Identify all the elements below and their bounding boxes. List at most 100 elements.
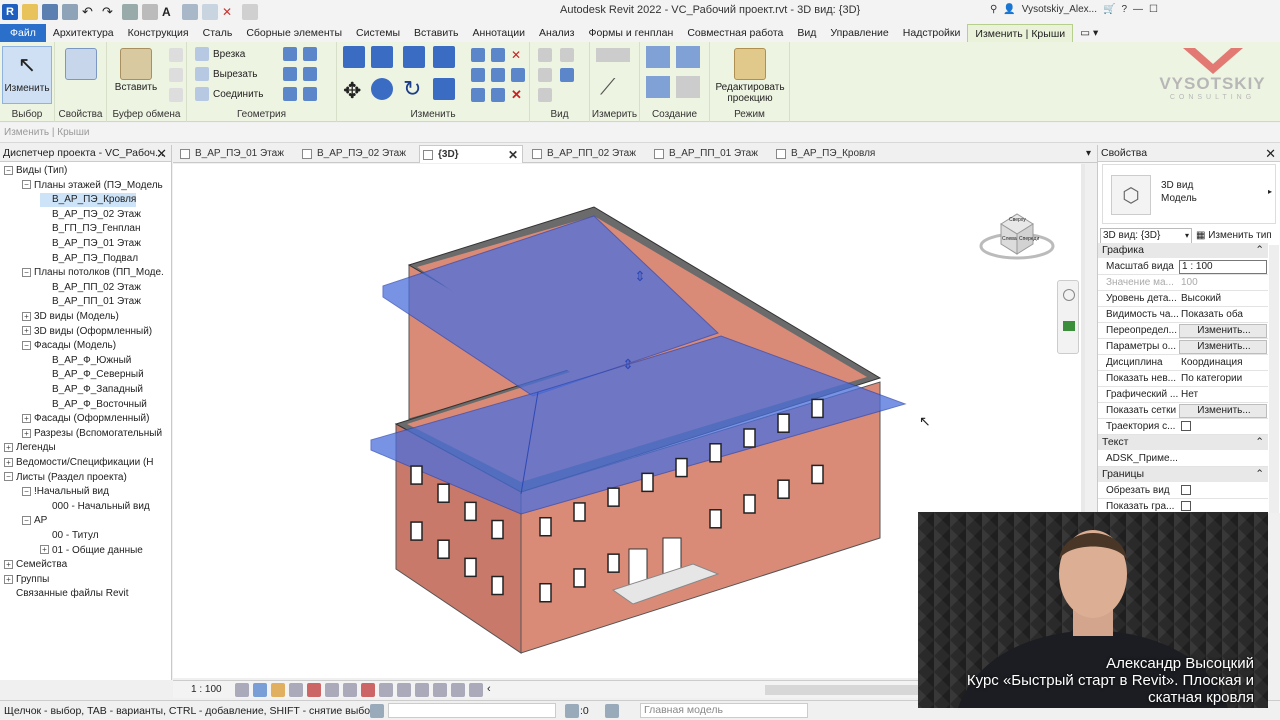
collapse-group-icon[interactable]: ⌃ <box>1255 467 1264 482</box>
editing-requests-icon[interactable] <box>565 704 579 718</box>
property-value[interactable] <box>1179 483 1267 499</box>
tree-item[interactable]: В_АР_ПЭ_Кровля <box>40 193 137 208</box>
binoculars-icon[interactable]: ⚲ <box>990 4 997 15</box>
tree-item[interactable]: + Группы <box>4 573 49 587</box>
tree-item[interactable]: + Фасады (Оформленный) <box>22 412 149 426</box>
property-input[interactable]: 1 : 100 <box>1179 260 1267 274</box>
view-tab[interactable]: В_АР_ПЭ_Кровля <box>773 145 891 163</box>
ribbon-tab[interactable]: Сталь <box>196 24 240 42</box>
ribbon-tab[interactable]: Вставить <box>407 24 466 42</box>
text-icon[interactable]: A <box>162 4 178 20</box>
similar-icon[interactable] <box>676 76 700 98</box>
temp-hide-icon[interactable] <box>379 683 393 697</box>
expand-icon[interactable]: + <box>22 311 31 321</box>
window[interactable] <box>410 465 423 485</box>
cutout-button[interactable]: Вырезать <box>195 67 257 81</box>
ribbon-tab[interactable]: Файл <box>0 24 46 42</box>
window[interactable] <box>709 509 722 529</box>
user-icon[interactable]: 👤 <box>1003 4 1015 15</box>
checkbox[interactable] <box>1181 421 1191 432</box>
ribbon-tab[interactable]: Изменить | Крыши <box>967 24 1074 42</box>
extend-icon[interactable] <box>491 88 505 102</box>
cut-icon[interactable] <box>169 48 183 62</box>
create-parts-icon[interactable] <box>676 46 700 68</box>
select-group-label[interactable]: Выбор <box>0 109 54 120</box>
tree-item[interactable]: В_АР_Ф_Северный <box>40 368 144 382</box>
tree-item[interactable]: 00 - Титул <box>40 529 99 543</box>
property-group-header[interactable]: Графика ⌃ <box>1098 243 1268 258</box>
tree-item[interactable]: В_АР_ПЭ_02 Этаж <box>40 208 141 222</box>
split-gap-icon[interactable] <box>491 48 505 62</box>
design-option-select[interactable]: Главная модель <box>640 703 808 718</box>
edit-button[interactable]: Изменить... <box>1179 404 1267 418</box>
window[interactable] <box>539 516 552 537</box>
worksharing-icon[interactable] <box>415 683 429 697</box>
maximize-icon[interactable]: ☐ <box>1149 4 1158 15</box>
worksets-icon[interactable] <box>370 704 384 718</box>
move-icon[interactable]: ✥ <box>343 78 361 104</box>
join-button[interactable]: Соединить <box>195 87 263 101</box>
edit-button[interactable]: Изменить... <box>1179 324 1267 338</box>
override-icon[interactable] <box>560 48 574 62</box>
window[interactable] <box>410 521 423 541</box>
collapse-group-icon[interactable]: ⌃ <box>1255 435 1264 450</box>
view-tab[interactable]: В_АР_ПП_02 Этаж <box>529 145 647 163</box>
view-scale[interactable]: 1 : 100 <box>191 684 222 695</box>
tree-item[interactable]: − Планы потолков (ПП_Моде. <box>22 266 164 280</box>
minimize-icon[interactable]: — <box>1133 4 1143 15</box>
ribbon-tab[interactable]: Вид <box>790 24 823 42</box>
collapse-icon[interactable]: − <box>22 516 31 526</box>
ribbon-tab[interactable]: Формы и генплан <box>581 24 680 42</box>
type-properties-button[interactable] <box>56 46 106 104</box>
close-hidden-icon[interactable]: ✕ <box>222 4 238 20</box>
window[interactable] <box>607 487 620 507</box>
split-icon[interactable] <box>471 48 485 62</box>
trim-icon[interactable] <box>433 78 455 100</box>
help-icon[interactable]: ? <box>1121 4 1127 15</box>
tree-item[interactable]: В_АР_ПЭ_01 Этаж <box>40 237 141 251</box>
measure-icon[interactable] <box>142 4 158 20</box>
analytical-icon[interactable] <box>433 683 447 697</box>
sync-icon[interactable] <box>62 4 78 20</box>
ribbon-tab[interactable]: Системы <box>349 24 407 42</box>
zoom-icon[interactable] <box>1063 321 1075 331</box>
window[interactable] <box>709 443 722 463</box>
selection-box-icon[interactable] <box>538 88 552 102</box>
print-icon[interactable] <box>122 4 138 20</box>
collapse-icon[interactable]: − <box>4 165 13 175</box>
align-icon[interactable] <box>343 46 365 68</box>
viewcube[interactable]: Сверху Слева Спереди <box>979 204 1057 266</box>
window[interactable] <box>743 428 756 448</box>
tree-item[interactable]: 000 - Начальный вид <box>40 500 150 514</box>
array-icon[interactable] <box>471 68 485 82</box>
highlight-icon[interactable] <box>451 683 465 697</box>
properties-scrollbar[interactable] <box>1269 245 1279 513</box>
delete-icon[interactable]: ✕ <box>511 88 525 102</box>
window[interactable] <box>464 557 477 578</box>
expand-icon[interactable]: + <box>22 428 31 438</box>
window[interactable] <box>811 464 824 485</box>
window[interactable] <box>491 575 504 596</box>
window[interactable] <box>464 501 477 522</box>
window[interactable] <box>777 479 790 499</box>
remove-paint-icon[interactable] <box>303 67 317 81</box>
ribbon-tab[interactable]: Совместная работа <box>680 24 790 42</box>
expand-icon[interactable]: + <box>4 560 13 570</box>
shadows-icon[interactable] <box>289 683 303 697</box>
switch-windows-icon[interactable] <box>242 4 258 20</box>
visual-style-icon[interactable] <box>253 683 267 697</box>
window[interactable] <box>491 519 504 540</box>
edit-footprint-button[interactable]: Редактировать проекцию <box>715 46 785 104</box>
ribbon-minimize-icon[interactable]: ▭ ▾ <box>1073 24 1105 42</box>
window[interactable] <box>811 398 824 419</box>
unlock-3d-icon[interactable] <box>361 683 375 697</box>
window[interactable] <box>777 413 790 433</box>
paint-icon[interactable] <box>283 67 297 81</box>
measure-between-icon[interactable] <box>596 48 630 62</box>
wall-joins-icon[interactable] <box>283 47 297 61</box>
match-icon[interactable] <box>169 88 183 102</box>
pin-icon[interactable] <box>511 68 525 82</box>
3d-view-icon[interactable] <box>182 4 198 20</box>
property-value[interactable] <box>1179 419 1267 435</box>
window[interactable] <box>641 472 654 493</box>
